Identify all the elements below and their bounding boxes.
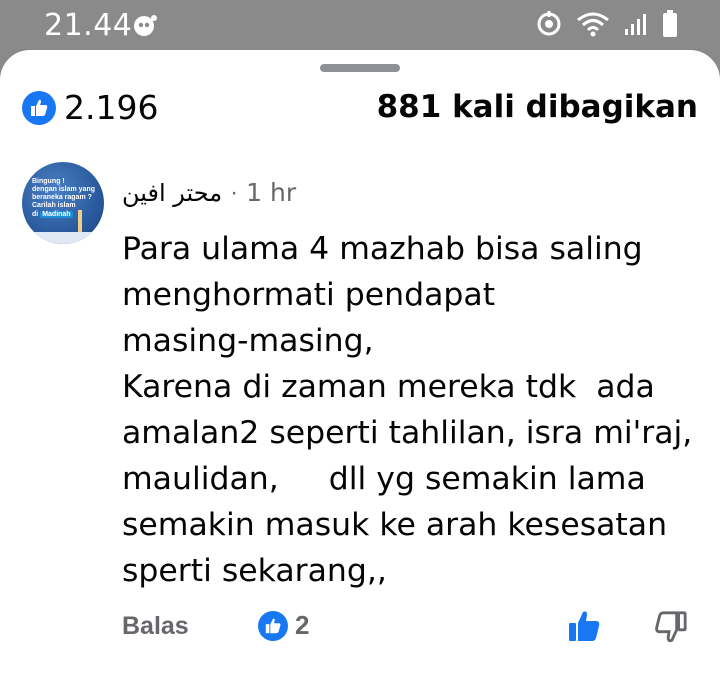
notification-icon xyxy=(132,12,158,43)
thumbs-up-icon xyxy=(22,90,56,125)
comment-header: محتر افين · 1 hr xyxy=(122,178,296,207)
like-button[interactable] xyxy=(566,608,602,649)
share-count[interactable]: 881 kali dibagikan xyxy=(377,89,698,125)
signal-icon xyxy=(624,11,648,42)
sheet-grab-handle[interactable] xyxy=(320,64,400,72)
add-circle-icon xyxy=(536,11,562,42)
separator-dot: · xyxy=(230,178,239,206)
avatar[interactable]: Bingung ! dengan islam yang beraneka rag… xyxy=(22,162,104,244)
wifi-icon xyxy=(576,11,610,42)
thumbs-up-icon xyxy=(258,610,288,641)
avatar-text-line: di Madinah xyxy=(32,211,73,218)
comment-actions: Balas 2 xyxy=(0,608,720,648)
minaret-shape xyxy=(78,210,82,232)
avatar-text-line: dengan islam yang xyxy=(32,186,96,193)
comment-like-summary[interactable]: 2 xyxy=(258,610,309,641)
avatar-text-di: di xyxy=(32,211,39,218)
battery-icon xyxy=(662,10,678,43)
comment-time[interactable]: 1 hr xyxy=(246,178,296,207)
reactions-summary[interactable]: 2.196 881 kali dibagikan xyxy=(22,88,698,128)
status-bar: 21.44 xyxy=(0,0,720,52)
comments-sheet: 2.196 881 kali dibagikan Bingung ! denga… xyxy=(0,50,720,680)
avatar-tag: Madinah xyxy=(40,211,73,218)
comment-like-count: 2 xyxy=(295,610,310,640)
avatar-text-line: Bingung ! xyxy=(32,178,65,185)
reply-button[interactable]: Balas xyxy=(122,612,189,641)
status-time: 21.44 xyxy=(44,8,133,43)
post-like-count: 2.196 xyxy=(64,88,159,127)
avatar-text-line: Carilah islam xyxy=(32,202,76,209)
avatar-bottom-band xyxy=(22,232,104,244)
post-like-summary[interactable]: 2.196 xyxy=(22,88,158,127)
comment-author[interactable]: محتر افين xyxy=(122,179,222,207)
avatar-text-line: beraneka ragam ? xyxy=(32,194,92,201)
dislike-button[interactable] xyxy=(654,610,688,649)
comment-text: Para ulama 4 mazhab bisa saling menghorm… xyxy=(122,231,693,589)
